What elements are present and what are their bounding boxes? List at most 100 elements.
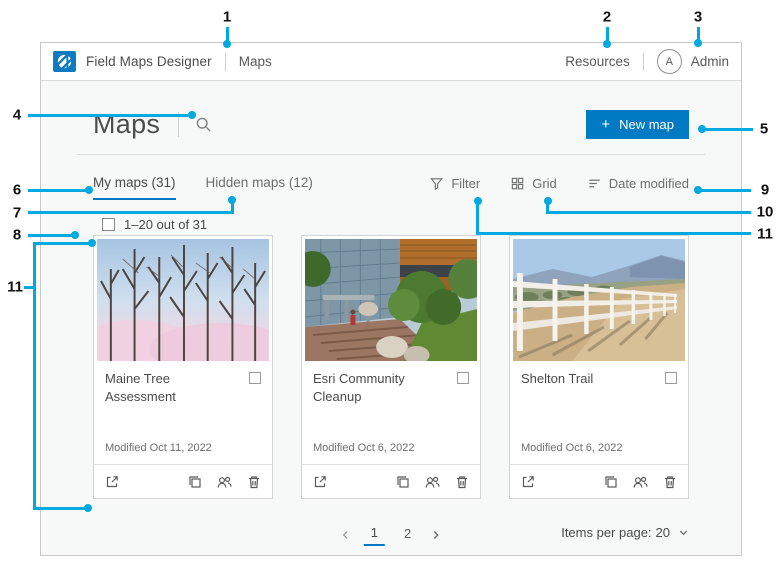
- callout-10-label: 10: [756, 203, 774, 221]
- callout-line: [28, 234, 73, 237]
- grid-icon: [512, 177, 524, 190]
- page-1-button[interactable]: 1: [363, 523, 385, 546]
- header-divider: [642, 52, 644, 71]
- breadcrumb-maps[interactable]: Maps: [239, 54, 272, 69]
- page-2-button[interactable]: 2: [397, 524, 418, 545]
- share-members-icon[interactable]: [632, 474, 649, 490]
- callout-line: [28, 211, 234, 214]
- callout-line: [476, 232, 751, 235]
- map-title[interactable]: Esri Community Cleanup: [313, 370, 449, 405]
- map-title[interactable]: Maine Tree Assessment: [105, 370, 241, 405]
- map-card: Maine Tree Assessment Modified Oct 11, 2…: [93, 235, 273, 499]
- map-thumbnail-esri-campus[interactable]: [305, 239, 477, 361]
- share-members-icon[interactable]: [216, 474, 233, 490]
- callout-dot: [694, 39, 702, 47]
- pagination: 1 2: [340, 523, 442, 546]
- map-thumbnail-maine-trees[interactable]: [97, 239, 269, 361]
- callout-dot: [85, 186, 93, 194]
- map-card-checkbox[interactable]: [249, 372, 261, 384]
- map-title[interactable]: Shelton Trail: [521, 370, 657, 388]
- chevron-down-icon: [679, 530, 688, 536]
- callout-line: [33, 507, 85, 510]
- callout-6-label: 6: [12, 181, 22, 199]
- items-per-page-label: Items per page:: [561, 525, 652, 540]
- tab-my-maps[interactable]: My maps (31): [93, 175, 176, 200]
- callout-2-label: 2: [602, 8, 612, 26]
- avatar[interactable]: A: [656, 49, 682, 74]
- callout-dot: [603, 40, 611, 48]
- header-divider: [224, 52, 226, 71]
- duplicate-icon[interactable]: [187, 474, 203, 490]
- items-per-page-value: 20: [655, 525, 670, 540]
- sort-label: Date modified: [608, 176, 689, 191]
- callout-dot: [84, 504, 92, 512]
- callout-dot: [71, 231, 79, 239]
- map-card-grid: Maine Tree Assessment Modified Oct 11, 2…: [93, 235, 689, 499]
- map-thumbnail-shelton-trail[interactable]: [513, 239, 685, 361]
- esri-logo-icon: [53, 51, 76, 72]
- selection-count: 1–20 out of 31: [124, 217, 208, 232]
- duplicate-icon[interactable]: [603, 474, 619, 490]
- callout-4-label: 4: [12, 106, 22, 124]
- open-map-icon[interactable]: [520, 474, 536, 490]
- callout-11-right-label: 11: [757, 225, 773, 243]
- funnel-icon: [430, 178, 444, 191]
- duplicate-icon[interactable]: [395, 474, 411, 490]
- callout-line: [704, 128, 753, 131]
- user-menu[interactable]: Admin: [691, 54, 729, 69]
- app-title: Field Maps Designer: [86, 54, 212, 69]
- share-members-icon[interactable]: [424, 474, 441, 490]
- previous-page-icon[interactable]: [340, 529, 352, 541]
- section-divider: [77, 154, 705, 155]
- field-maps-designer-window: Field Maps Designer Maps Resources A Adm…: [40, 42, 742, 556]
- delete-icon[interactable]: [662, 474, 678, 490]
- map-card: Shelton Trail Modified Oct 6, 2022: [509, 235, 689, 499]
- new-map-label: New map: [619, 116, 674, 132]
- delete-icon[interactable]: [454, 474, 470, 490]
- callout-line: [33, 242, 89, 245]
- callout-11-left-label: 11: [7, 278, 23, 296]
- callout-8-label: 8: [12, 226, 22, 244]
- resources-link[interactable]: Resources: [565, 54, 630, 69]
- grid-label: Grid: [532, 176, 557, 191]
- avatar-initial: A: [665, 55, 673, 68]
- search-icon[interactable]: [195, 116, 212, 133]
- callout-7-label: 7: [12, 204, 22, 222]
- callout-line: [33, 242, 36, 510]
- grid-view-button[interactable]: Grid: [510, 176, 557, 191]
- app-header: Field Maps Designer Maps Resources A Adm…: [41, 43, 741, 81]
- callout-line: [546, 211, 751, 214]
- callout-dot: [698, 125, 706, 133]
- callout-dot: [88, 239, 96, 247]
- callout-dot: [694, 186, 702, 194]
- tab-hidden-maps[interactable]: Hidden maps (12): [206, 175, 313, 200]
- sort-icon: [589, 179, 600, 188]
- next-page-icon[interactable]: [430, 529, 442, 541]
- callout-line: [28, 189, 86, 192]
- delete-icon[interactable]: [246, 474, 262, 490]
- open-map-icon[interactable]: [312, 474, 328, 490]
- callout-line: [476, 201, 479, 235]
- plus-icon: +: [601, 115, 611, 133]
- callout-line: [28, 114, 188, 117]
- filter-button[interactable]: Filter: [429, 176, 480, 191]
- callout-1-label: 1: [222, 8, 232, 26]
- map-card: Esri Community Cleanup Modified Oct 6, 2…: [301, 235, 481, 499]
- select-all-checkbox[interactable]: [102, 218, 115, 231]
- callout-3-label: 3: [693, 8, 703, 26]
- map-modified-date: Modified Oct 6, 2022: [313, 442, 415, 454]
- callout-dot: [228, 196, 236, 204]
- callout-dot: [223, 40, 231, 48]
- sort-button[interactable]: Date modified: [587, 176, 689, 191]
- map-card-checkbox[interactable]: [457, 372, 469, 384]
- new-map-button[interactable]: + New map: [586, 109, 689, 139]
- callout-9-label: 9: [760, 181, 770, 199]
- callout-5-label: 5: [759, 120, 769, 138]
- map-card-checkbox[interactable]: [665, 372, 677, 384]
- open-map-icon[interactable]: [104, 474, 120, 490]
- maps-page: Maps + New map My maps (31) Hidden maps …: [41, 81, 741, 555]
- filter-label: Filter: [451, 176, 481, 191]
- callout-dot: [188, 111, 196, 119]
- map-modified-date: Modified Oct 6, 2022: [521, 442, 623, 454]
- items-per-page-select[interactable]: Items per page: 20: [561, 525, 689, 540]
